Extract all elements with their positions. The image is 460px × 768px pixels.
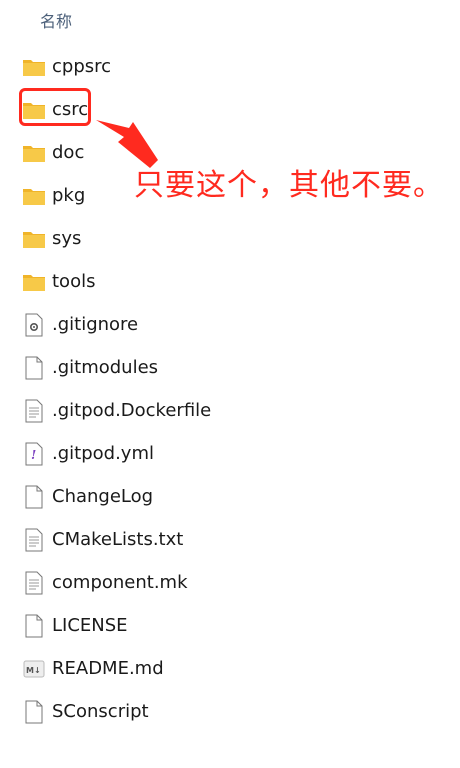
svg-text:M↓: M↓ bbox=[26, 666, 41, 675]
list-item-readme[interactable]: M↓ README.md bbox=[0, 647, 460, 690]
list-item-tools[interactable]: tools bbox=[0, 260, 460, 303]
file-name: component.mk bbox=[52, 572, 188, 593]
annotation-text: 只要这个，其他不要。 bbox=[134, 168, 444, 203]
list-item-changelog[interactable]: ChangeLog bbox=[0, 475, 460, 518]
text-file-icon bbox=[25, 571, 43, 595]
folder-icon bbox=[23, 146, 45, 162]
file-list: cppsrc csrc doc pkg sys tools .gitignore… bbox=[0, 45, 460, 733]
file-name: .gitpod.Dockerfile bbox=[52, 400, 212, 421]
file-name: LICENSE bbox=[52, 615, 128, 636]
list-item-license[interactable]: LICENSE bbox=[0, 604, 460, 647]
list-item-cppsrc[interactable]: cppsrc bbox=[0, 45, 460, 88]
file-name: CMakeLists.txt bbox=[52, 529, 184, 550]
file-name: doc bbox=[52, 142, 85, 163]
folder-icon bbox=[23, 275, 45, 291]
file-name: .gitpod.yml bbox=[52, 443, 154, 464]
file-explorer: 名称 cppsrc csrc doc pkg sys tools .gitign… bbox=[0, 0, 460, 768]
blank-file-icon bbox=[25, 356, 43, 380]
file-name: pkg bbox=[52, 185, 86, 206]
file-name: ChangeLog bbox=[52, 486, 154, 507]
file-name: README.md bbox=[52, 658, 164, 679]
file-name: .gitignore bbox=[52, 314, 139, 335]
folder-icon bbox=[23, 189, 45, 205]
file-name: cppsrc bbox=[52, 56, 112, 77]
blank-file-icon bbox=[25, 485, 43, 509]
blank-file-icon bbox=[25, 700, 43, 724]
list-item-gitmodules[interactable]: .gitmodules bbox=[0, 346, 460, 389]
list-item-gitignore[interactable]: .gitignore bbox=[0, 303, 460, 346]
list-item-sys[interactable]: sys bbox=[0, 217, 460, 260]
folder-icon bbox=[23, 232, 45, 248]
file-name: tools bbox=[52, 271, 96, 292]
list-item-cmakelists[interactable]: CMakeLists.txt bbox=[0, 518, 460, 561]
file-name: SConscript bbox=[52, 701, 149, 722]
text-file-icon bbox=[25, 528, 43, 552]
svg-text:!: ! bbox=[31, 448, 36, 462]
file-name: sys bbox=[52, 228, 82, 249]
highlight-box bbox=[19, 88, 91, 126]
list-item-component-mk[interactable]: component.mk bbox=[0, 561, 460, 604]
markdown-file-icon: M↓ bbox=[23, 660, 45, 678]
chevron-up-icon[interactable] bbox=[233, 0, 247, 6]
yml-file-icon: ! bbox=[25, 442, 43, 466]
settings-file-icon bbox=[25, 313, 43, 337]
file-name: .gitmodules bbox=[52, 357, 159, 378]
text-file-icon bbox=[25, 399, 43, 423]
folder-icon bbox=[23, 60, 45, 76]
list-item-gitpod-dockerfile[interactable]: .gitpod.Dockerfile bbox=[0, 389, 460, 432]
column-header-name[interactable]: 名称 bbox=[40, 8, 72, 32]
list-item-sconscript[interactable]: SConscript bbox=[0, 690, 460, 733]
blank-file-icon bbox=[25, 614, 43, 638]
list-item-gitpod-yml[interactable]: ! .gitpod.yml bbox=[0, 432, 460, 475]
